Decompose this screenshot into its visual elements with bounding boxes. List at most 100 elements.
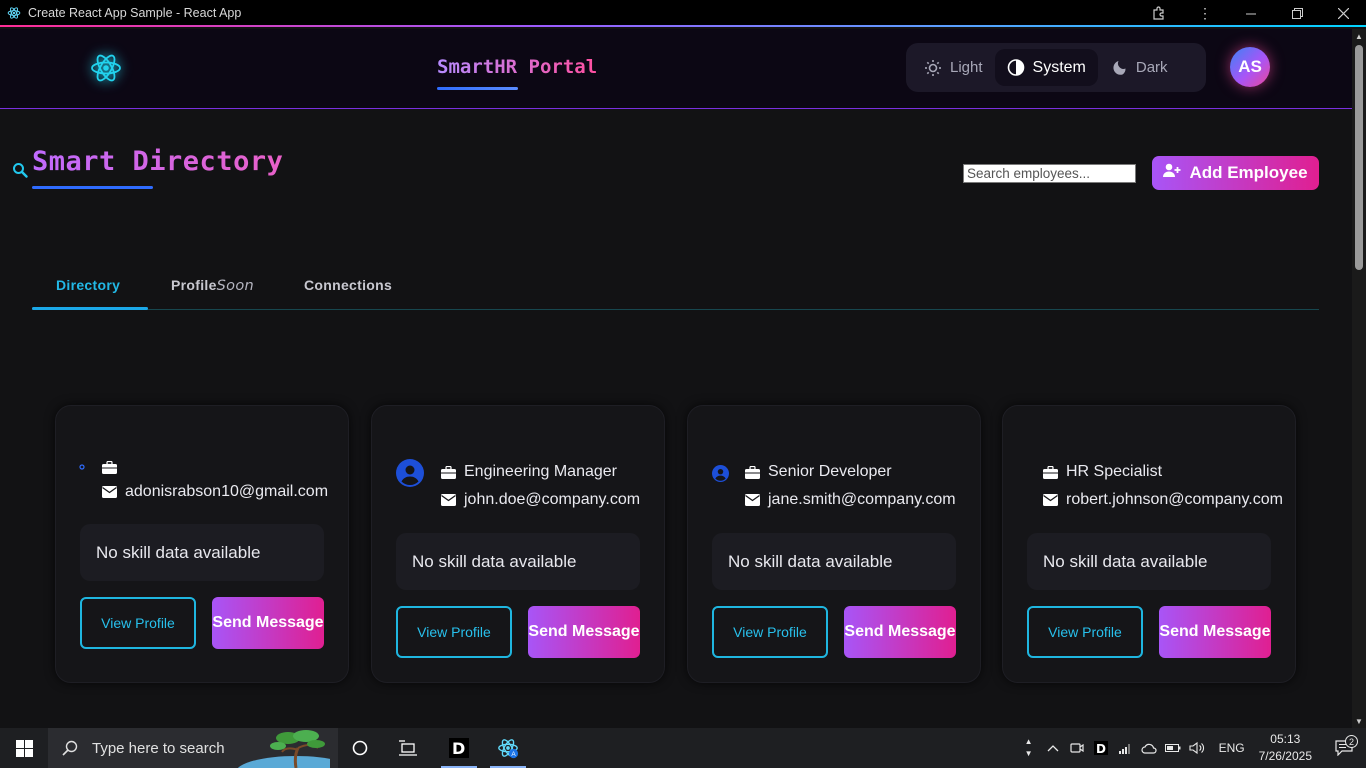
employee-card: adonisrabson10@gmail.com No skill data a… (55, 405, 349, 683)
theme-switch: Light System Dark (906, 43, 1206, 92)
svg-text:D: D (452, 739, 465, 758)
extensions-icon[interactable] (1136, 0, 1182, 27)
theme-dark-button[interactable]: Dark (1098, 49, 1180, 86)
page-scrollbar[interactable]: ▲ ▼ (1352, 29, 1366, 728)
send-message-button[interactable]: Send Message (844, 606, 956, 658)
svg-text:A: A (511, 751, 516, 758)
envelope-icon (441, 493, 456, 507)
tray-app-d-icon[interactable]: D (1089, 741, 1113, 755)
clock-date: 7/26/2025 (1258, 749, 1312, 763)
send-message-button[interactable]: Send Message (212, 597, 324, 649)
employee-email: john.doe@company.com (464, 491, 641, 508)
add-employee-button[interactable]: Add Employee (1152, 156, 1319, 190)
window-titlebar: Create React App Sample - React App ⋮ (0, 0, 1366, 27)
input-language-indicator[interactable]: ENG (1219, 741, 1245, 755)
skills-panel: No skill data available (80, 524, 324, 581)
brand-title[interactable]: SmartHR Portal (437, 56, 597, 78)
user-avatar-icon (79, 464, 85, 470)
role-row: Senior Developer (745, 463, 892, 481)
svg-text:D: D (1096, 742, 1106, 755)
user-plus-icon (1163, 163, 1181, 183)
add-employee-label: Add Employee (1189, 163, 1308, 182)
search-highlight-tree-icon (226, 728, 330, 768)
theme-dark-label: Dark (1135, 59, 1168, 76)
envelope-icon (1043, 493, 1058, 507)
tab-profile-soon-badge: Soon (216, 278, 255, 294)
role-row: Engineering Manager (441, 463, 617, 481)
send-message-button[interactable]: Send Message (528, 606, 640, 658)
battery-icon[interactable] (1161, 743, 1185, 753)
employee-email: adonisrabson10@gmail.com (125, 483, 329, 500)
theme-system-button[interactable]: System (994, 49, 1098, 86)
view-profile-button[interactable]: View Profile (712, 606, 828, 658)
react-logo-icon[interactable] (89, 51, 123, 85)
windows-start-icon[interactable] (0, 728, 48, 768)
system-tray: ▲ ▼ D ENG 05:13 7/26/2025 2 (1017, 728, 1366, 768)
theme-system-label: System (1032, 58, 1086, 76)
send-message-button[interactable]: Send Message (1159, 606, 1271, 658)
user-avatar[interactable]: AS (1230, 47, 1270, 87)
more-options-icon[interactable]: ⋮ (1182, 0, 1228, 27)
taskbar-app-d-icon[interactable]: D (439, 728, 479, 768)
theme-light-label: Light (950, 59, 983, 76)
employee-card: Engineering Manager john.doe@company.com… (371, 405, 665, 683)
tray-scroll-icon[interactable]: ▲ ▼ (1017, 736, 1041, 760)
employee-role: HR Specialist (1066, 463, 1163, 480)
email-row: jane.smith@company.com (745, 491, 956, 509)
network-signal-icon[interactable] (1113, 742, 1137, 754)
windows-taskbar: Type here to search D A ▲ ▼ D ENG 05:13 … (0, 728, 1366, 768)
tab-profile-label: Profile (171, 277, 217, 293)
notification-count-badge: 2 (1345, 735, 1358, 748)
restore-button[interactable] (1274, 0, 1320, 27)
email-row: robert.johnson@company.com (1043, 491, 1283, 509)
employee-role: Senior Developer (768, 463, 892, 480)
task-view-icon[interactable] (388, 728, 428, 768)
active-tab-indicator (32, 307, 148, 310)
taskbar-clock[interactable]: 05:13 7/26/2025 (1259, 731, 1312, 765)
briefcase-icon (441, 465, 456, 479)
scroll-up-arrow-icon[interactable]: ▲ (1352, 29, 1366, 43)
tab-directory[interactable]: Directory (56, 277, 120, 293)
brand-underline (437, 87, 518, 90)
theme-light-button[interactable]: Light (912, 49, 995, 86)
skills-panel: No skill data available (396, 533, 640, 590)
meet-now-icon[interactable] (1065, 741, 1089, 755)
show-hidden-icons-chevron-icon[interactable] (1041, 744, 1065, 752)
search-icon (12, 162, 28, 178)
view-profile-button[interactable]: View Profile (1027, 606, 1143, 658)
view-profile-button[interactable]: View Profile (80, 597, 196, 649)
onedrive-cloud-icon[interactable] (1137, 742, 1161, 754)
envelope-icon (745, 493, 760, 507)
briefcase-icon (1043, 465, 1058, 479)
role-row: HR Specialist (1043, 463, 1162, 481)
taskbar-react-app-icon[interactable]: A (488, 728, 528, 768)
clock-time: 05:13 (1270, 732, 1301, 746)
skills-panel: No skill data available (1027, 533, 1271, 590)
view-profile-button[interactable]: View Profile (396, 606, 512, 658)
employee-search-input[interactable] (963, 164, 1136, 183)
employee-card: HR Specialist robert.johnson@company.com… (1002, 405, 1296, 683)
employee-email: robert.johnson@company.com (1066, 491, 1283, 508)
sun-icon (924, 59, 942, 77)
taskbar-search-placeholder: Type here to search (92, 739, 225, 757)
app-header: SmartHR Portal Light System Dark AS (0, 29, 1352, 109)
briefcase-icon (102, 460, 117, 474)
user-avatar-icon (712, 465, 729, 482)
employee-email: jane.smith@company.com (768, 491, 956, 508)
minimize-button[interactable] (1228, 0, 1274, 27)
tab-connections[interactable]: Connections (304, 277, 392, 293)
notification-center-icon[interactable]: 2 (1322, 735, 1366, 756)
cortana-circle-icon[interactable] (340, 728, 380, 768)
scroll-down-arrow-icon[interactable]: ▼ (1352, 714, 1366, 728)
skills-panel: No skill data available (712, 533, 956, 590)
close-button[interactable] (1320, 0, 1366, 27)
scroll-thumb[interactable] (1355, 45, 1363, 270)
taskbar-search-icon (62, 740, 78, 756)
employee-card: Senior Developer jane.smith@company.com … (687, 405, 981, 683)
envelope-icon (102, 485, 117, 499)
volume-icon[interactable] (1185, 741, 1209, 755)
tab-profile[interactable]: ProfileSoon (171, 277, 254, 294)
email-row: john.doe@company.com (441, 491, 640, 509)
react-app-icon (6, 5, 22, 21)
page-title: Smart Directory (32, 146, 284, 177)
